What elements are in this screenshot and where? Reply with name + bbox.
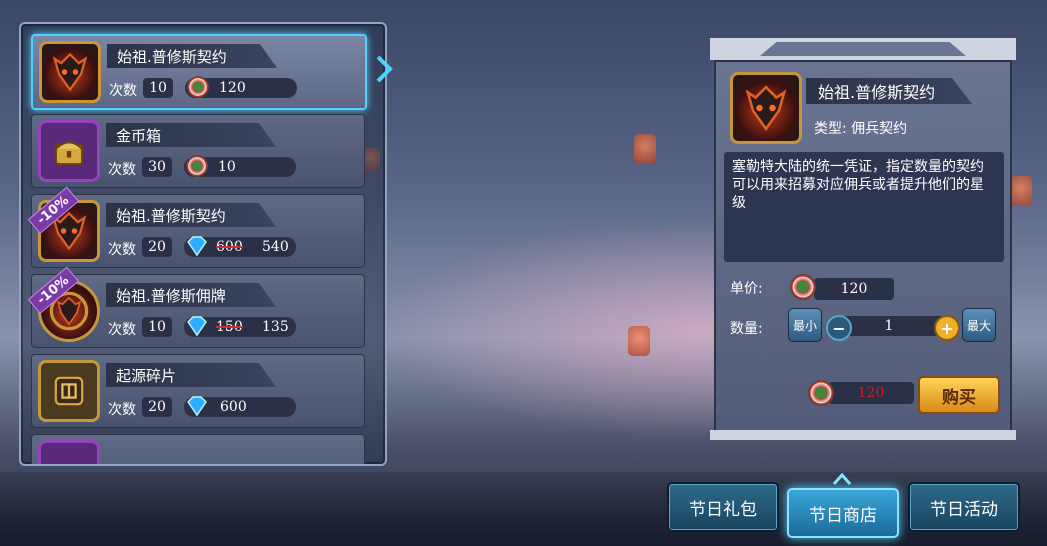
shop-item-row-partial[interactable]	[31, 434, 365, 464]
gold-chest-icon	[38, 120, 100, 182]
count-label: 次数	[108, 402, 136, 418]
scroll-bottom	[710, 430, 1016, 440]
coin-icon	[808, 380, 834, 406]
price-value: 135	[262, 319, 289, 335]
item-icon	[38, 440, 100, 464]
item-name: 始祖.普修斯契约	[107, 44, 277, 68]
gem-icon	[187, 396, 207, 417]
scroll-top	[710, 38, 1016, 60]
min-quantity-button[interactable]: 最小	[788, 308, 822, 342]
count-label: 次数	[108, 322, 136, 338]
chevron-right-icon	[376, 55, 393, 83]
price-value: 540	[262, 239, 289, 255]
item-name: 起源碎片	[106, 363, 276, 387]
shop-item-list[interactable]: 始祖.普修斯契约 次数 10 120 金币箱 次数 30 10 -10% 始祖.…	[19, 22, 387, 466]
tab-festival-shop[interactable]: 节日商店	[787, 488, 899, 538]
shop-item-row[interactable]: 金币箱 次数 30 10	[31, 114, 365, 188]
unit-price-label: 单价:	[730, 281, 763, 297]
total-price-value: 120	[828, 382, 914, 404]
lantern-decoration	[634, 134, 656, 164]
lantern-decoration	[628, 326, 650, 356]
coin-icon	[187, 76, 209, 98]
coin-icon	[790, 274, 816, 300]
demon-contract-icon	[39, 41, 101, 103]
gem-icon	[187, 236, 207, 257]
count-value: 20	[142, 237, 172, 257]
shop-item-row[interactable]: -10% 始祖.普修斯佣牌 次数 10 150 135	[27, 266, 365, 348]
item-detail-panel: 始祖.普修斯契约 类型: 佣兵契约 塞勒特大陆的统一凭证，指定数量的契约可以用来…	[710, 38, 1016, 440]
detail-description: 塞勒特大陆的统一凭证，指定数量的契约可以用来招募对应佣兵或者提升他们的星级	[724, 152, 1004, 262]
item-name: 金币箱	[106, 123, 276, 147]
price-value: 600	[220, 399, 247, 415]
count-label: 次数	[108, 162, 136, 178]
count-value: 20	[142, 397, 172, 417]
demon-contract-icon	[730, 72, 802, 144]
buy-button[interactable]: 购买	[918, 376, 1000, 414]
price-value: 120	[219, 80, 246, 96]
detail-item-type: 类型: 佣兵契约	[814, 121, 908, 137]
count-value: 10	[142, 317, 172, 337]
count-label: 次数	[109, 83, 137, 99]
coin-icon	[186, 155, 208, 177]
price-value: 10	[218, 159, 236, 175]
caret-up-icon	[832, 473, 852, 485]
item-name: 始祖.普修斯佣牌	[106, 283, 276, 307]
old-price-value: 600	[216, 239, 243, 255]
tab-festival-pack[interactable]: 节日礼包	[667, 482, 779, 532]
plus-icon[interactable]: +	[934, 315, 960, 341]
minus-icon[interactable]: −	[826, 315, 852, 341]
shop-item-row[interactable]: 起源碎片 次数 20 600	[31, 354, 365, 428]
old-price-value: 150	[216, 319, 243, 335]
tab-festival-event[interactable]: 节日活动	[908, 482, 1020, 532]
count-label: 次数	[108, 242, 136, 258]
detail-item-name: 始祖.普修斯契约	[806, 78, 972, 104]
max-quantity-button[interactable]: 最大	[962, 308, 996, 342]
shop-item-row[interactable]: -10% 始祖.普修斯契约 次数 20 600 540	[27, 186, 365, 268]
count-value: 10	[143, 78, 173, 98]
count-value: 30	[142, 157, 172, 177]
origin-fragment-icon	[38, 360, 100, 422]
gem-icon	[187, 316, 207, 337]
quantity-label: 数量:	[730, 321, 763, 337]
shop-item-row[interactable]: 始祖.普修斯契约 次数 10 120	[31, 34, 367, 110]
item-name: 始祖.普修斯契约	[106, 203, 276, 227]
unit-price-value: 120	[814, 278, 894, 300]
